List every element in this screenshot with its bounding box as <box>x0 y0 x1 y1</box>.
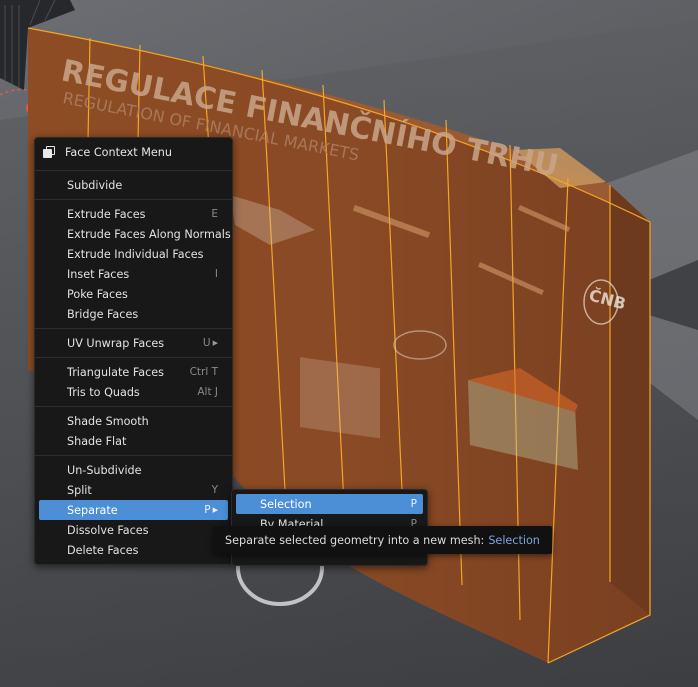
menu-item-split[interactable]: Split Y <box>35 480 232 500</box>
menu-item-dissolve-faces[interactable]: Dissolve Faces <box>35 520 232 540</box>
menu-item-shade-flat[interactable]: Shade Flat <box>35 431 232 451</box>
menu-item-label: Bridge Faces <box>67 307 139 321</box>
menu-item-label: Poke Faces <box>67 287 128 301</box>
face-select-icon <box>43 146 55 158</box>
menu-item-poke-faces[interactable]: Poke Faces <box>35 284 232 304</box>
menu-item-label: Shade Flat <box>67 434 127 448</box>
menu-item-shortcut: U <box>202 337 211 349</box>
menu-item-tris-to-quads[interactable]: Tris to Quads Alt J <box>35 382 232 402</box>
tooltip-text: Separate selected geometry into a new me… <box>225 533 485 547</box>
menu-item-shortcut: I <box>214 268 218 280</box>
menu-item-label: Separate <box>67 503 118 517</box>
menu-item-shortcut: Alt J <box>197 386 218 398</box>
menu-item-bridge-faces[interactable]: Bridge Faces <box>35 304 232 324</box>
menu-item-label: Extrude Faces <box>67 207 146 221</box>
menu-item-label: Extrude Individual Faces <box>67 247 204 261</box>
menu-item-shade-smooth[interactable]: Shade Smooth <box>35 411 232 431</box>
menu-item-shortcut: Y <box>211 484 218 496</box>
menu-item-un-subdivide[interactable]: Un-Subdivide <box>35 460 232 480</box>
menu-item-label: Delete Faces <box>67 543 139 557</box>
menu-item-delete-faces[interactable]: Delete Faces <box>35 540 232 560</box>
menu-title-label: Face Context Menu <box>65 145 172 159</box>
menu-item-separate[interactable]: Separate P ▶ <box>39 500 228 520</box>
menu-item-triangulate-faces[interactable]: Triangulate Faces Ctrl T <box>35 362 232 382</box>
menu-item-subdivide[interactable]: Subdivide <box>35 175 232 195</box>
menu-item-uv-unwrap-faces[interactable]: UV Unwrap Faces U ▶ <box>35 333 232 353</box>
menu-item-label: Inset Faces <box>67 267 130 281</box>
menu-separator <box>35 170 232 171</box>
face-context-menu: Face Context Menu Subdivide Extrude Faces… <box>34 137 233 565</box>
menu-separator <box>35 328 232 329</box>
3d-viewport[interactable]: REGULACE FINANČNÍHO TRHU REGULATION OF F… <box>0 0 698 687</box>
submenu-arrow-icon: ▶ <box>212 506 218 514</box>
menu-separator <box>35 199 232 200</box>
submenu-arrow-icon: ▶ <box>212 339 218 347</box>
menu-title: Face Context Menu <box>35 138 232 166</box>
menu-item-extrude-individual-faces[interactable]: Extrude Individual Faces <box>35 244 232 264</box>
menu-item-shortcut: E <box>211 208 218 220</box>
tooltip: Separate selected geometry into a new me… <box>213 526 552 554</box>
menu-item-shortcut: P <box>204 504 211 516</box>
wall-side <box>610 185 650 615</box>
menu-item-extrude-faces[interactable]: Extrude Faces E <box>35 204 232 224</box>
submenu-item-selection[interactable]: Selection P <box>236 494 423 514</box>
tooltip-value: Selection <box>488 533 540 547</box>
menu-separator <box>35 455 232 456</box>
menu-item-label: Un-Subdivide <box>67 463 142 477</box>
menu-item-shortcut: Ctrl T <box>189 366 218 378</box>
menu-item-label: Triangulate Faces <box>67 365 164 379</box>
submenu-item-shortcut: P <box>410 498 417 510</box>
menu-items: Subdivide Extrude Faces E Extrude Faces Alo… <box>35 170 232 564</box>
menu-item-label: UV Unwrap Faces <box>67 336 165 350</box>
menu-item-label: Extrude Faces Along Normals <box>67 227 231 241</box>
menu-item-label: Tris to Quads <box>67 385 140 399</box>
menu-separator <box>35 406 232 407</box>
menu-separator <box>35 357 232 358</box>
menu-item-label: Shade Smooth <box>67 414 149 428</box>
menu-item-extrude-faces-along-normals[interactable]: Extrude Faces Along Normals <box>35 224 232 244</box>
menu-item-label: Split <box>67 483 92 497</box>
menu-item-inset-faces[interactable]: Inset Faces I <box>35 264 232 284</box>
menu-item-label: Dissolve Faces <box>67 523 149 537</box>
submenu-item-label: Selection <box>260 497 312 511</box>
menu-item-label: Subdivide <box>67 178 123 192</box>
